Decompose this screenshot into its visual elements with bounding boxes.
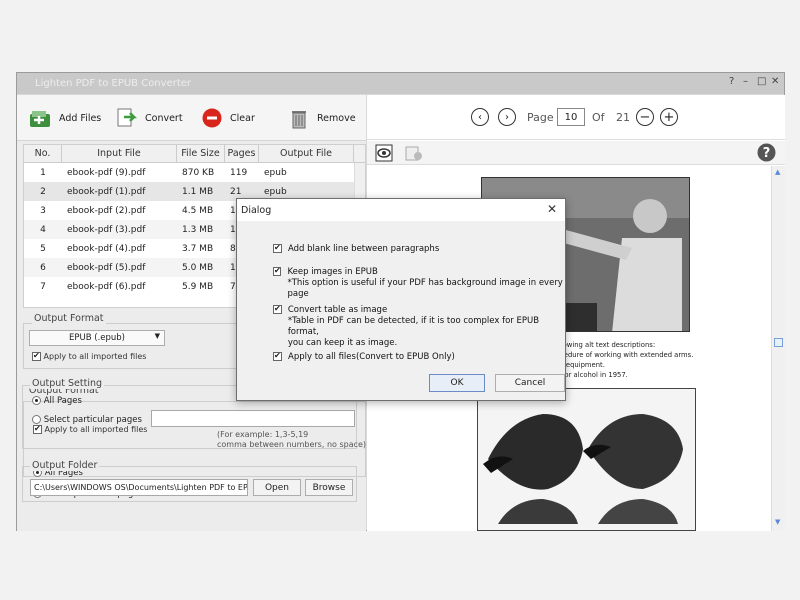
col-file-size[interactable]: File Size bbox=[177, 145, 225, 162]
all-pages-row[interactable]: All Pages bbox=[32, 396, 82, 406]
dialog-title: Dialog bbox=[241, 204, 272, 216]
blank-line-checkbox[interactable] bbox=[273, 243, 282, 253]
maximize-button[interactable]: □ bbox=[757, 76, 766, 87]
pages-hint: (For example: 1,3-5,19 comma between num… bbox=[217, 430, 367, 449]
window-title: Lighten PDF to EPUB Converter bbox=[35, 78, 192, 89]
remove-button[interactable]: Remove bbox=[287, 107, 356, 129]
prev-page-button[interactable]: ‹ bbox=[471, 108, 489, 126]
close-icon[interactable]: ✕ bbox=[547, 202, 557, 216]
help-circle-icon[interactable]: ? bbox=[757, 143, 776, 165]
output-setting-title: Output Setting bbox=[30, 378, 105, 389]
remove-label: Remove bbox=[317, 112, 356, 124]
options-dialog: Dialog ✕ Add blank line between paragrap… bbox=[236, 198, 566, 401]
minus-icon: − bbox=[639, 109, 651, 125]
table-row[interactable]: 1 ebook-pdf (9).pdf 870 KB 119 epub bbox=[24, 163, 365, 182]
of-label: Of bbox=[592, 111, 605, 124]
chevron-right-icon: › bbox=[505, 111, 509, 123]
col-pages[interactable]: Pages bbox=[225, 145, 259, 162]
zoom-in-button[interactable]: + bbox=[660, 108, 678, 126]
scroll-up-icon[interactable]: ▲ bbox=[775, 168, 780, 176]
output-format-select[interactable]: EPUB (.epub) ▼ bbox=[29, 330, 165, 346]
preview-scrollbar[interactable]: ▲ ▼ bbox=[771, 166, 785, 531]
minimize-button[interactable]: – bbox=[743, 76, 748, 87]
col-output-file[interactable]: Output File bbox=[259, 145, 354, 162]
clear-icon bbox=[200, 107, 224, 129]
edit-icon[interactable] bbox=[405, 144, 423, 165]
col-input-file[interactable]: Input File bbox=[62, 145, 177, 162]
page-label: Page bbox=[527, 111, 554, 124]
add-files-button[interactable]: Add Files bbox=[29, 107, 101, 129]
output-folder-title: Output Folder bbox=[30, 460, 100, 471]
eye-icon[interactable] bbox=[375, 144, 393, 165]
convert-button[interactable]: Convert bbox=[115, 107, 183, 129]
help-icon[interactable]: ? bbox=[729, 76, 734, 87]
output-folder-path[interactable]: C:\Users\WINDOWS OS\Documents\Lighten PD… bbox=[30, 479, 248, 496]
view-toolbar: ? bbox=[367, 141, 785, 165]
zoom-out-button[interactable]: − bbox=[636, 108, 654, 126]
add-files-label: Add Files bbox=[59, 112, 102, 124]
scroll-down-icon[interactable]: ▼ bbox=[775, 518, 780, 526]
table-header: No. Input File File Size Pages Output Fi… bbox=[24, 145, 365, 163]
title-bar: Lighten PDF to EPUB Converter ? – □ ✕ bbox=[17, 73, 784, 94]
trash-icon bbox=[287, 107, 311, 129]
particular-pages-row[interactable]: Select particular pages bbox=[32, 415, 142, 425]
scroll-thumb[interactable] bbox=[774, 338, 783, 347]
output-format-title: Output Format bbox=[32, 313, 106, 324]
open-folder-button[interactable]: Open bbox=[253, 479, 301, 496]
apply-all-imported[interactable]: Apply to all imported files bbox=[32, 351, 147, 361]
next-page-button[interactable]: › bbox=[498, 108, 516, 126]
pages-input[interactable] bbox=[151, 410, 355, 427]
page-navigation: ‹ › Page 10 Of 21 − + bbox=[367, 95, 785, 140]
page-number-input[interactable]: 10 bbox=[557, 108, 585, 126]
chevron-down-icon: ▼ bbox=[154, 332, 160, 340]
clear-button[interactable]: Clear bbox=[200, 107, 255, 129]
cancel-button[interactable]: Cancel bbox=[495, 374, 565, 392]
all-pages-radio-button[interactable] bbox=[32, 396, 41, 405]
particular-pages-text: Select particular pages bbox=[43, 415, 142, 425]
apply-all-imported-label: Apply to all imported files bbox=[43, 352, 147, 361]
svg-text:?: ? bbox=[763, 146, 771, 161]
apply-all-files-checkbox[interactable] bbox=[273, 351, 282, 361]
total-pages: 21 bbox=[616, 111, 630, 124]
plus-icon: + bbox=[663, 109, 675, 125]
add-files-icon bbox=[29, 107, 53, 129]
ok-button[interactable]: OK bbox=[429, 374, 485, 392]
col-no[interactable]: No. bbox=[24, 145, 62, 162]
table-image-checkbox[interactable] bbox=[273, 304, 282, 314]
dialog-title-bar: Dialog ✕ bbox=[237, 199, 565, 221]
keep-images-checkbox[interactable] bbox=[273, 266, 282, 276]
clear-label: Clear bbox=[230, 112, 255, 124]
chevron-left-icon: ‹ bbox=[478, 111, 482, 123]
illustration-finches bbox=[477, 388, 696, 531]
particular-pages-radio-button[interactable] bbox=[32, 415, 41, 424]
option-keep-images[interactable]: Keep images in EPUB *This option is usef… bbox=[273, 266, 565, 300]
close-window-button[interactable]: ✕ bbox=[771, 76, 779, 87]
all-pages-text: All Pages bbox=[43, 396, 82, 406]
apply-all-imported-checkbox[interactable] bbox=[32, 351, 41, 361]
convert-icon bbox=[115, 107, 139, 129]
option-table-image[interactable]: Convert table as image *Table in PDF can… bbox=[273, 304, 565, 349]
option-apply-all[interactable]: Apply to all files(Convert to EPUB Only) bbox=[273, 351, 455, 363]
browse-button[interactable]: Browse bbox=[305, 479, 353, 496]
convert-label: Convert bbox=[145, 112, 183, 124]
toolbar: Add Files Convert Clear Remove bbox=[17, 95, 366, 141]
option-blank-line[interactable]: Add blank line between paragraphs bbox=[273, 243, 439, 255]
